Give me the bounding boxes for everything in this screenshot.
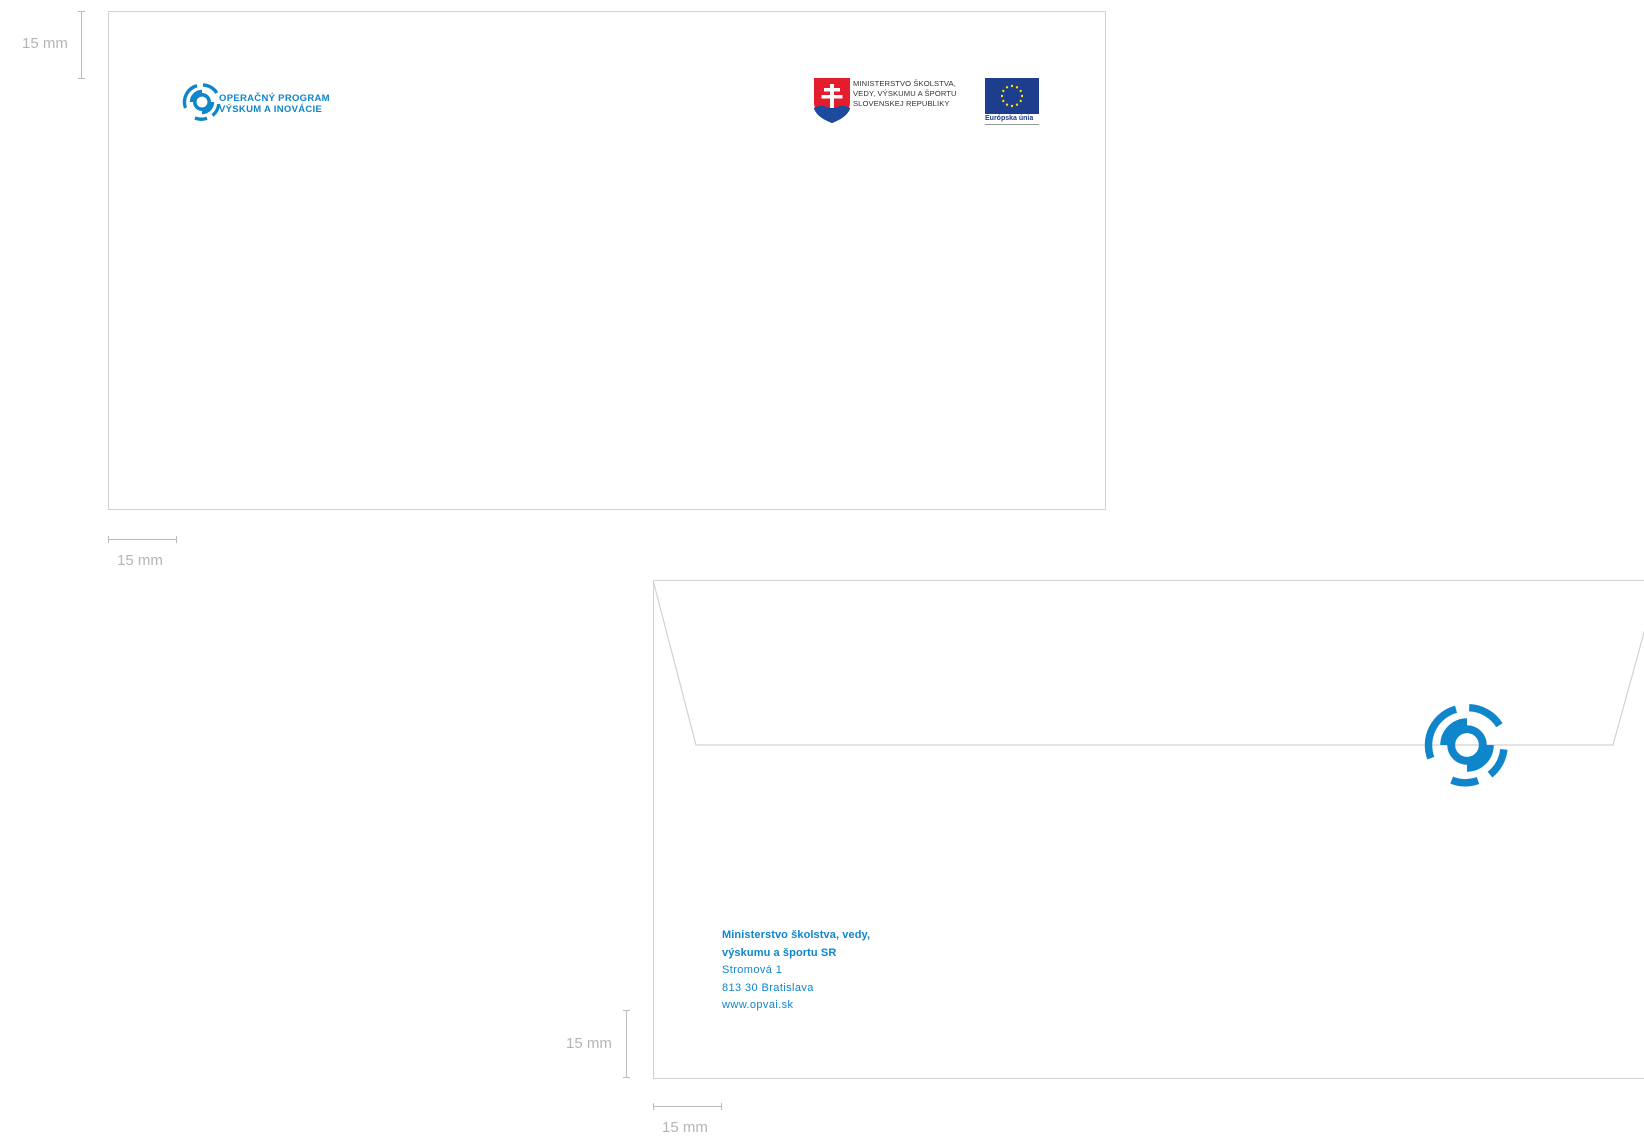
- eu-subtext-line: [985, 124, 1039, 125]
- program-logo-line2: VÝSKUM A INOVÁCIE: [219, 103, 323, 115]
- address-street: Stromová 1: [722, 964, 783, 976]
- ministry-line1: MINISTERSTVO ŠKOLSTVA,: [853, 79, 956, 88]
- dimension-label-back-left: 15 mm: [662, 1119, 708, 1136]
- slovak-coat-of-arms-icon: [814, 78, 850, 123]
- dimension-label-front-top: 15 mm: [22, 35, 68, 52]
- eu-label: Európska únia: [985, 115, 1034, 122]
- address-web: www.opvai.sk: [722, 999, 794, 1011]
- address-city: 813 30 Bratislava: [722, 981, 814, 994]
- concentric-rings-logo-icon: [1424, 703, 1508, 787]
- envelope-back: Ministerstvo školstva, vedy, výskumu a š…: [653, 580, 1644, 1079]
- dimension-label-front-left: 15 mm: [117, 552, 163, 569]
- return-address: Ministerstvo školstva, vedy, výskumu a š…: [722, 927, 870, 1015]
- envelope-front: OPERAČNÝ PROGRAM VÝSKUM A INOVÁCIE MINIS…: [108, 11, 1106, 510]
- dimension-label-back-bottom: 15 mm: [566, 1035, 612, 1052]
- ministry-line3: SLOVENSKEJ REPUBLIKY: [853, 99, 950, 108]
- address-name-line2: výskumu a športu SR: [722, 946, 837, 959]
- address-name-line1: Ministerstvo školstva, vedy,: [722, 929, 871, 941]
- ministry-line2: VEDY, VÝSKUMU A ŠPORTU: [853, 89, 957, 98]
- eu-flag-icon: [985, 78, 1039, 114]
- program-logo: OPERAČNÝ PROGRAM VÝSKUM A INOVÁCIE: [171, 71, 341, 133]
- eu-logo: Európska únia: [985, 78, 1041, 128]
- program-logo-line1: OPERAČNÝ PROGRAM: [219, 93, 330, 104]
- ministry-logo: MINISTERSTVO ŠKOLSTVA, VEDY, VÝSKUMU A Š…: [814, 78, 974, 124]
